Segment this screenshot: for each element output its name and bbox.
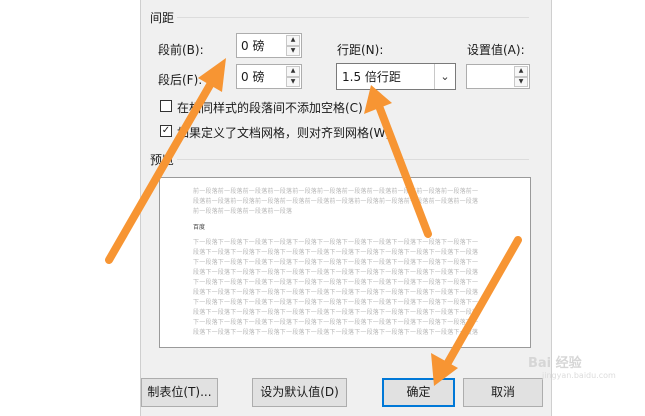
preview-current-text: 百度 [193, 224, 206, 231]
line-spacing-select[interactable]: 1.5 倍行距 ⌄ [336, 63, 456, 90]
chevron-down-icon[interactable]: ⌄ [434, 64, 455, 89]
preview-next-line: 下一段落下一段落下一段落下一段落下一段落下一段落下一段落下一段落下一段落下一段落… [193, 259, 479, 266]
spin-up-icon[interactable]: ▲ [286, 66, 300, 77]
paragraph-dialog: 间距 段前(B): 0 磅 ▲ ▼ 段后(F): 0 磅 ▲ ▼ 行距(N): … [140, 0, 552, 416]
spacing-after-spinner[interactable]: ▲ ▼ [286, 66, 300, 87]
tabs-button[interactable]: 制表位(T)... [141, 378, 218, 407]
grid-align-checkbox[interactable]: ✓ [160, 125, 172, 137]
spacing-section-title: 间距 [150, 11, 175, 25]
spin-down-icon[interactable]: ▼ [514, 76, 528, 87]
cancel-button[interactable]: 取消 [463, 378, 543, 407]
preview-prev-line: 前一段落前一段落前一段落前一段落 [193, 208, 293, 215]
preview-prev-line: 前一段落前一段落前一段落前一段落前一段落前一段落前一段落前一段落前一段落前一段落… [193, 188, 479, 195]
spin-down-icon[interactable]: ▼ [286, 76, 300, 87]
preview-divider [177, 159, 529, 160]
setting-value-label: 设置值(A): [467, 43, 525, 57]
same-style-checkbox[interactable] [160, 100, 172, 112]
preview-next-line: 段落下一段落下一段落下一段落下一段落下一段落下一段落下一段落下一段落下一段落下一… [193, 269, 479, 276]
set-default-button[interactable]: 设为默认值(D) [252, 378, 347, 407]
preview-next-line: 下一段落下一段落下一段落下一段落下一段落下一段落下一段落下一段落下一段落下一段落… [193, 279, 479, 286]
line-spacing-value: 1.5 倍行距 [342, 70, 401, 84]
preview-next-line: 段落下一段落下一段落下一段落下一段落下一段落下一段落下一段落下一段落下一段落下一… [193, 249, 479, 256]
spacing-before-spinner[interactable]: ▲ ▼ [286, 35, 300, 56]
spin-up-icon[interactable]: ▲ [286, 35, 300, 46]
spacing-after-label: 段后(F): [158, 73, 203, 87]
preview-prev-line: 段落前一段落前一段落前一段落前一段落前一段落前一段落前一段落前一段落前一段落前一… [193, 198, 479, 205]
preview-pane: 前一段落前一段落前一段落前一段落前一段落前一段落前一段落前一段落前一段落前一段落… [159, 177, 531, 348]
check-icon: ✓ [161, 125, 171, 136]
preview-section-title: 预览 [150, 153, 175, 167]
same-style-label[interactable]: 在相同样式的段落间不添加空格(C) [177, 99, 363, 116]
ok-button[interactable]: 确定 [382, 378, 455, 407]
preview-next-line: 段落下一段落下一段落下一段落下一段落下一段落下一段落下一段落下一段落下一段落下一… [193, 289, 479, 296]
spacing-divider [177, 17, 529, 18]
preview-next-line: 下一段落下一段落下一段落下一段落下一段落下一段落下一段落下一段落下一段落下一段落… [193, 239, 479, 246]
setting-value-spinner[interactable]: ▲ ▼ [514, 66, 528, 87]
spacing-before-input[interactable]: 0 磅 ▲ ▼ [236, 33, 302, 58]
spin-up-icon[interactable]: ▲ [514, 66, 528, 77]
preview-next-line: 下一段落下一段落下一段落下一段落下一段落下一段落下一段落下一段落下一段落下一段落… [193, 299, 479, 306]
preview-next-line: 下一段落下一段落下一段落下一段落下一段落下一段落下一段落下一段落下一段落下一段落… [193, 319, 479, 326]
grid-align-label[interactable]: 如果定义了文档网格，则对齐到网格(W) [177, 124, 390, 141]
preview-next-line: 段落下一段落下一段落下一段落下一段落下一段落下一段落下一段落下一段落下一段落下一… [193, 309, 479, 316]
watermark-sub: jingyan.baidu.com [542, 371, 616, 380]
spacing-after-value: 0 磅 [241, 70, 265, 84]
spacing-before-label: 段前(B): [158, 43, 204, 57]
watermark-brand: Bai 经验 [528, 356, 582, 371]
line-spacing-label: 行距(N): [337, 43, 384, 57]
preview-next-line: 段落下一段落下一段落下一段落下一段落下一段落下一段落下一段落下一段落下一段落下一… [193, 329, 479, 336]
spacing-before-value: 0 磅 [241, 39, 265, 53]
baidu-watermark: Bai 经验 jingyan.baidu.com [528, 352, 616, 380]
spacing-after-input[interactable]: 0 磅 ▲ ▼ [236, 64, 302, 89]
setting-value-input[interactable]: ▲ ▼ [466, 64, 530, 89]
spin-down-icon[interactable]: ▼ [286, 45, 300, 56]
